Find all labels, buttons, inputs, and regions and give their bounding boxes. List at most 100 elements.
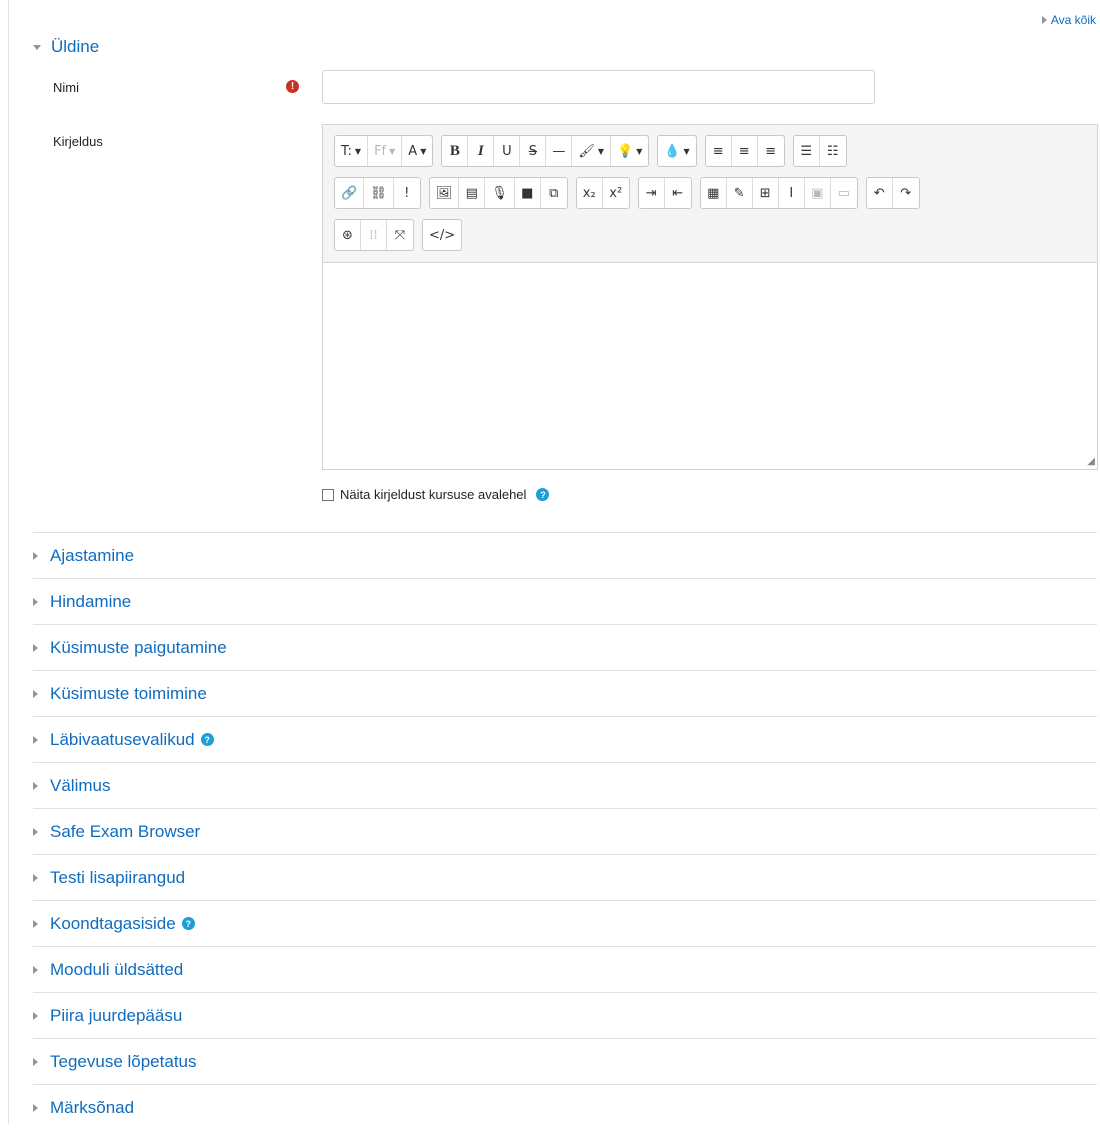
unlink-icon: ⛓ (370, 185, 387, 201)
wiris-icon: ⁞⁞ (369, 227, 378, 243)
editor-content-area[interactable]: ◢ (323, 262, 1097, 469)
expand-all-link[interactable]: Ava kõik (1041, 13, 1096, 27)
section-header[interactable]: Välimus (33, 762, 1097, 808)
italic-icon: I (477, 142, 484, 159)
section-header[interactable]: Mooduli üldsätted (33, 946, 1097, 992)
caret-right-icon (33, 1011, 38, 1020)
fullscreen-button[interactable]: ⤧ (387, 220, 413, 250)
dropdown-caret-icon: ▼ (389, 146, 396, 156)
link-icon: 🔗 (341, 185, 358, 201)
section-header[interactable]: Piira juurdepääsu (33, 992, 1097, 1038)
align-left-button[interactable]: ≡ (706, 136, 732, 166)
toolbar-group: x₂ x² (575, 177, 630, 209)
background-color-icon: 💡 (617, 143, 634, 159)
section-header[interactable]: Ajastamine (33, 532, 1097, 578)
caret-right-icon (1041, 16, 1047, 24)
horizontal-rule-button[interactable]: — (546, 136, 573, 166)
ordered-list-icon: ☷ (826, 143, 839, 159)
section-title: Mooduli üldsätted (50, 959, 184, 979)
outdent-icon: ⇤ (672, 185, 684, 201)
background-color-button[interactable]: 💡 ▼ (611, 136, 648, 166)
html-source-icon: </> (429, 227, 456, 243)
clear-format-button[interactable]: Ι (779, 178, 805, 208)
section-header[interactable]: Küsimuste paigutamine (33, 624, 1097, 670)
question-circle-icon[interactable]: ? (200, 733, 214, 746)
strikethrough-icon: S̶ (528, 143, 537, 159)
caret-right-icon (33, 827, 38, 836)
insert-image-button[interactable]: 🖼 (430, 178, 460, 208)
align-right-button[interactable]: ≡ (758, 136, 784, 166)
accessibility-checker-button[interactable]: ⊛ (335, 220, 361, 250)
name-label: Nimi (53, 80, 79, 95)
font-family-button[interactable]: Ff ▼ (368, 136, 403, 166)
section-title: Läbivaatusevalikud (50, 729, 195, 749)
subscript-icon: x₂ (582, 185, 596, 201)
section-header[interactable]: Safe Exam Browser (33, 808, 1097, 854)
html-source-button[interactable]: </> (423, 220, 461, 250)
table-button[interactable]: ⊞ (753, 178, 779, 208)
strikethrough-button[interactable]: S̶ (520, 136, 547, 166)
font-size-button[interactable]: A ▼ (402, 136, 432, 166)
section-title: Ajastamine (50, 545, 135, 565)
paragraph-style-button[interactable]: T: ▼ (335, 136, 369, 166)
unordered-list-button[interactable]: ☰ (794, 136, 820, 166)
section-header[interactable]: Küsimuste toimimine (33, 670, 1097, 716)
html-tidy-button[interactable]: ▭ (831, 178, 857, 208)
record-video-button[interactable]: ■ (515, 178, 541, 208)
toolbar-group: ⇥ ⇤ (637, 177, 692, 209)
italic-button[interactable]: I (468, 136, 495, 166)
equation-button[interactable]: ▦ (701, 178, 727, 208)
text-color-button[interactable]: 💧 ▼ (658, 136, 695, 166)
question-circle-icon[interactable]: ? (536, 488, 550, 501)
question-circle-icon[interactable]: ? (181, 917, 195, 930)
unlink-button[interactable]: ⛓ (364, 178, 394, 208)
resize-handle-icon[interactable]: ◢ (1087, 456, 1095, 467)
bold-button[interactable]: B (442, 136, 469, 166)
show-description-checkbox[interactable] (322, 488, 334, 501)
superscript-button[interactable]: x² (603, 178, 629, 208)
align-left-icon: ≡ (712, 143, 724, 159)
font-color-button[interactable]: 🖌 ▼ (572, 136, 612, 166)
manage-files-button[interactable]: ⧉ (541, 178, 567, 208)
dropdown-caret-icon: ▼ (354, 146, 362, 156)
underline-button[interactable]: U (494, 136, 521, 166)
paragraph-style-icon: T: (341, 143, 352, 159)
wiris-button[interactable]: ⁞⁞ (361, 220, 387, 250)
page-left-border (8, 0, 9, 1124)
text-color-icon: 💧 (664, 143, 681, 159)
show-description-label: Näita kirjeldust kursuse avalehel (340, 487, 527, 502)
caret-right-icon (33, 1057, 38, 1066)
link-button[interactable]: 🔗 (335, 178, 365, 208)
no-autolink-button[interactable]: ! (394, 178, 420, 208)
section-header[interactable]: Hindamine (33, 578, 1097, 624)
section-header-general[interactable]: Üldine (33, 37, 99, 57)
name-input[interactable] (322, 70, 875, 104)
redo-icon: ↷ (900, 185, 912, 201)
ordered-list-button[interactable]: ☷ (820, 136, 846, 166)
toolbar-row-3: ⊛ ⁞⁞ ⤧ </> (334, 219, 463, 251)
insert-image-icon: 🖼 (435, 185, 453, 201)
toolbar-row-2: 🔗 ⛓! 🖼 ▤ 🎙 ■ ⧉ x₂ x² ⇥ ⇤ ▦ ✎ ⊞ Ι ▣ ▭ ↶ ↷ (334, 177, 920, 209)
subscript-button[interactable]: x₂ (577, 178, 603, 208)
clear-format-icon: Ι (789, 185, 794, 201)
redo-button[interactable]: ↷ (893, 178, 919, 208)
toolbar-group: ☰ ☷ (792, 135, 847, 167)
special-char-button[interactable]: ✎ (727, 178, 753, 208)
section-header[interactable]: Läbivaatusevalikud? (33, 716, 1097, 762)
section-header[interactable]: Koondtagasiside? (33, 900, 1097, 946)
align-center-button[interactable]: ≡ (732, 136, 758, 166)
outdent-button[interactable]: ⇤ (665, 178, 691, 208)
description-editor: T: ▼ Ff ▼ A ▼ B I U S̶ — 🖌 ▼ 💡 ▼ 💧 ▼ ≡ ≡ ≡ ☰ ☷ 🔗 ⛓! 🖼 ▤ 🎙 ■ ⧉ x₂ x² ⇥ ⇤… (322, 124, 1098, 470)
section-header[interactable]: Tegevuse lõpetatus (33, 1038, 1097, 1084)
screenreader-helper-button[interactable]: ▣ (805, 178, 831, 208)
insert-media-icon: ▤ (465, 185, 478, 201)
record-audio-button[interactable]: 🎙 (485, 178, 515, 208)
indent-button[interactable]: ⇥ (639, 178, 665, 208)
section-header[interactable]: Testi lisapiirangud (33, 854, 1097, 900)
dropdown-caret-icon: ▼ (683, 146, 690, 156)
undo-icon: ↶ (873, 185, 885, 201)
insert-media-button[interactable]: ▤ (459, 178, 486, 208)
toolbar-group: ⊛ ⁞⁞ ⤧ (334, 219, 414, 251)
undo-button[interactable]: ↶ (867, 178, 893, 208)
section-header[interactable]: Märksõnad (33, 1084, 1097, 1130)
